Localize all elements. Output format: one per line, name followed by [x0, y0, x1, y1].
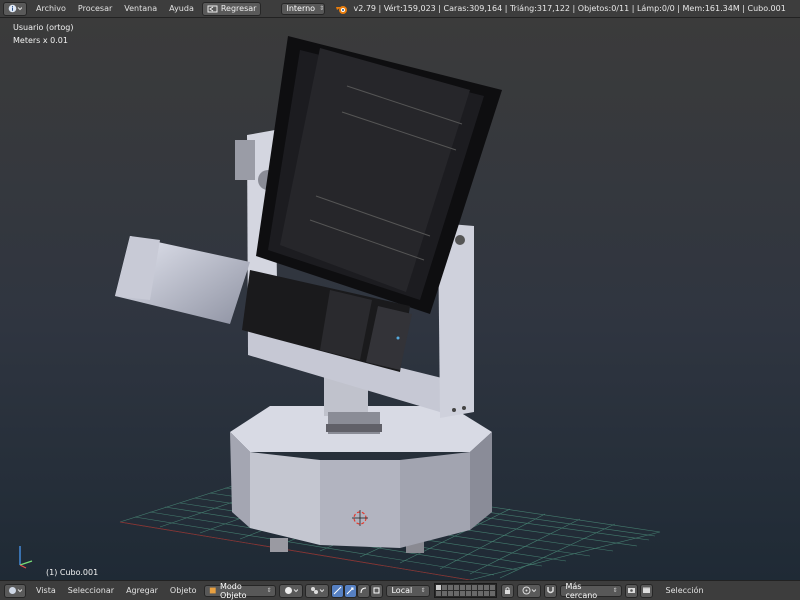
dropdown-arrows-icon: ⇕ — [266, 587, 272, 594]
snap-magnet-icon[interactable] — [544, 583, 558, 598]
3d-model — [19, 36, 661, 580]
lock-camera-icon[interactable] — [501, 583, 515, 598]
scene-statistics: v2.79 | Vért:159,023 | Caras:309,164 | T… — [353, 4, 786, 13]
manipulator-toggle-icon[interactable] — [331, 583, 345, 598]
render-engine-select[interactable]: Interno ⇕ — [281, 2, 326, 15]
menu-ayuda[interactable]: Ayuda — [163, 4, 200, 13]
orientation-select[interactable]: Local ⇕ — [386, 584, 431, 597]
menu-ventana[interactable]: Ventana — [118, 4, 163, 13]
menu-objeto[interactable]: Objeto — [164, 586, 203, 595]
object-mode-icon — [210, 587, 217, 594]
view-name: Usuario (ortog) — [13, 23, 74, 32]
back-button[interactable]: Regresar — [201, 1, 262, 16]
info-header: Archivo Procesar Ventana Ayuda Regresar … — [0, 0, 800, 18]
active-object-label: (1) Cubo.001 — [46, 568, 99, 577]
dropdown-arrows-icon: ⇕ — [612, 587, 618, 594]
back-screen-icon — [207, 5, 218, 12]
menu-archivo[interactable]: Archivo — [30, 4, 72, 13]
snap-target-value: Más cercano — [565, 581, 598, 600]
render-animation-icon[interactable] — [640, 583, 654, 598]
pivot-point-icon[interactable] — [305, 583, 330, 598]
mode-value: Modo Objeto — [220, 581, 247, 600]
proportional-edit-icon[interactable] — [517, 583, 542, 598]
orientation-value: Local — [391, 586, 413, 595]
rotate-icon[interactable] — [357, 583, 371, 598]
layers-grid-icon[interactable] — [434, 583, 498, 598]
info-icon[interactable] — [3, 1, 27, 16]
blender-logo-icon — [336, 5, 348, 14]
selection-label[interactable]: Selección — [659, 586, 709, 595]
render-engine-value: Interno — [286, 4, 316, 13]
menu-procesar[interactable]: Procesar — [72, 4, 118, 13]
base-foot-left — [270, 538, 288, 552]
mode-select[interactable]: Modo Objeto ⇕ — [204, 581, 277, 600]
solid-shading-icon[interactable] — [279, 583, 304, 598]
3d-viewport[interactable]: Usuario (ortog) Meters x 0.01 (1) Cubo.0… — [0, 18, 800, 580]
back-button-label: Regresar — [220, 4, 257, 13]
3d-view-icon[interactable] — [4, 583, 26, 598]
scale-icon[interactable] — [370, 583, 384, 598]
snap-target-select[interactable]: Más cercano ⇕ — [560, 581, 623, 600]
servo-horn — [235, 140, 255, 180]
dropdown-arrows-icon: ⇕ — [319, 5, 325, 12]
translate-icon[interactable] — [344, 583, 358, 598]
dropdown-arrows-icon: ⇕ — [420, 587, 426, 594]
axis-gizmo-icon — [19, 546, 33, 569]
3d-view-header: Vista Seleccionar Agregar Objeto Modo Ob… — [0, 580, 800, 600]
render-still-icon[interactable] — [625, 583, 639, 598]
battery-box — [115, 236, 250, 324]
menu-seleccionar[interactable]: Seleccionar — [62, 586, 120, 595]
menu-agregar[interactable]: Agregar — [120, 586, 164, 595]
unit-scale: Meters x 0.01 — [13, 36, 68, 45]
menu-vista[interactable]: Vista — [30, 586, 62, 595]
